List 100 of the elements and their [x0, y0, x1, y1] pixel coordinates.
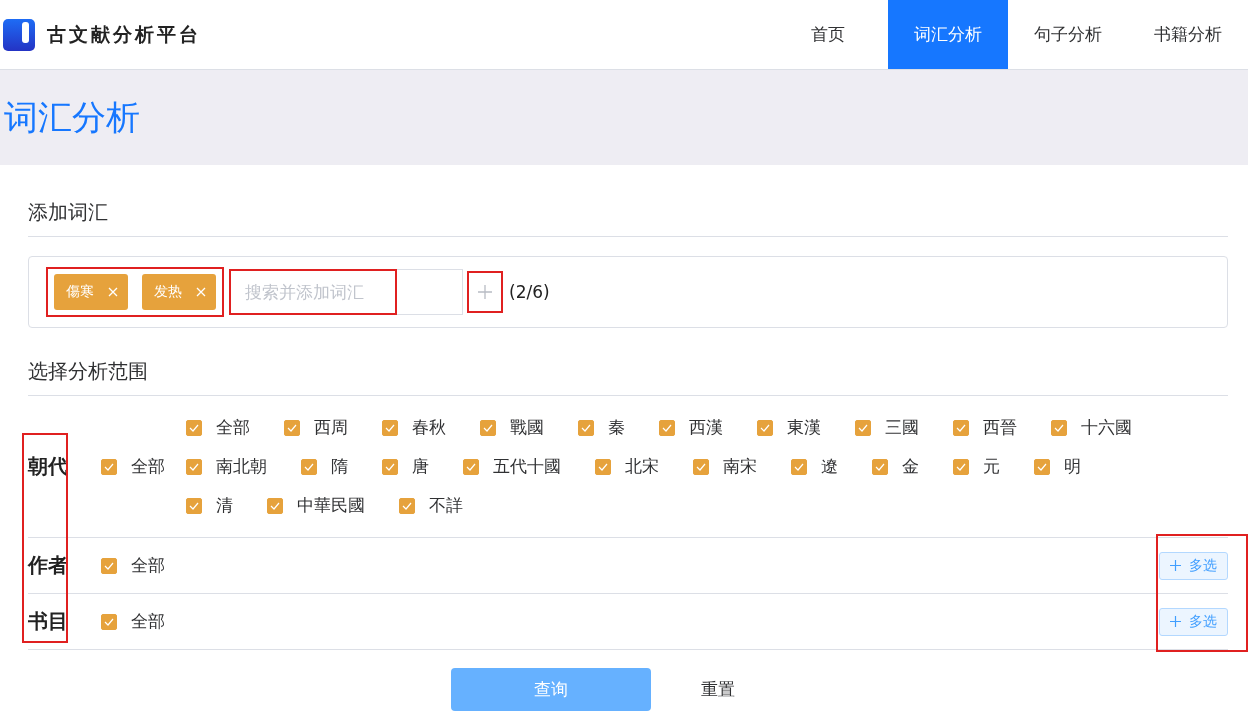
- nav-tab[interactable]: 句子分析: [1008, 0, 1128, 69]
- checkbox-option[interactable]: 春秋: [382, 416, 446, 439]
- check-icon: [385, 423, 395, 432]
- checkbox-option[interactable]: 北宋: [595, 455, 659, 478]
- nav-tab[interactable]: 首页: [768, 0, 888, 69]
- section-heading: 选择分析范围: [28, 340, 1228, 396]
- checkbox[interactable]: [382, 458, 398, 475]
- section-heading: 添加词汇: [28, 165, 1228, 237]
- tag-label: 发热: [154, 283, 182, 301]
- checkbox[interactable]: [301, 458, 317, 475]
- checkbox[interactable]: [101, 557, 117, 574]
- checkbox[interactable]: [101, 613, 117, 630]
- check-icon: [304, 462, 314, 471]
- checkbox[interactable]: [855, 419, 871, 436]
- checkbox-option[interactable]: 隋: [301, 455, 348, 478]
- checkbox-option[interactable]: 五代十國: [463, 455, 561, 478]
- checkbox-option[interactable]: 中華民國: [267, 494, 365, 517]
- checkbox[interactable]: [186, 497, 202, 514]
- checkbox-option[interactable]: 西漢: [659, 416, 723, 439]
- check-icon: [270, 501, 280, 510]
- check-icon: [189, 423, 199, 432]
- checkbox-option[interactable]: 秦: [578, 416, 625, 439]
- checkbox-option[interactable]: 明: [1034, 455, 1081, 478]
- nav-tab[interactable]: 词汇分析: [888, 0, 1008, 69]
- checkbox-option[interactable]: 唐: [382, 455, 429, 478]
- check-icon: [858, 423, 868, 432]
- check-icon: [794, 462, 804, 471]
- check-icon: [104, 462, 114, 471]
- checkbox[interactable]: [186, 458, 202, 475]
- check-icon: [104, 617, 114, 626]
- checkbox[interactable]: [267, 497, 283, 514]
- check-icon: [760, 423, 770, 432]
- checkbox-option[interactable]: 清: [186, 494, 233, 517]
- check-icon: [189, 462, 199, 471]
- checkbox-option[interactable]: 戰國: [480, 416, 544, 439]
- check-icon: [1054, 423, 1064, 432]
- checkbox[interactable]: [578, 419, 594, 436]
- checkbox-option[interactable]: 全部: [101, 455, 186, 478]
- checkbox-option[interactable]: 元: [953, 455, 1000, 478]
- check-icon: [956, 462, 966, 471]
- search-field[interactable]: 搜索并添加词汇: [229, 269, 397, 315]
- checkbox-option[interactable]: 東漢: [757, 416, 821, 439]
- check-icon: [402, 501, 412, 510]
- filter-label: 作者: [28, 552, 69, 579]
- checkbox[interactable]: [463, 458, 479, 475]
- plus-icon: [477, 284, 493, 300]
- check-icon: [385, 462, 395, 471]
- close-icon[interactable]: [108, 287, 118, 297]
- checkbox[interactable]: [1034, 458, 1050, 475]
- checkbox[interactable]: [757, 419, 773, 436]
- checkbox-option[interactable]: 不詳: [399, 494, 463, 517]
- check-icon: [662, 423, 672, 432]
- checkbox[interactable]: [595, 458, 611, 475]
- check-icon: [1037, 462, 1047, 471]
- check-icon: [696, 462, 706, 471]
- app-title: 古文献分析平台: [47, 21, 201, 47]
- checkbox[interactable]: [186, 419, 202, 436]
- checkbox-option[interactable]: 三國: [855, 416, 919, 439]
- checkbox[interactable]: [1051, 419, 1067, 436]
- check-icon: [598, 462, 608, 471]
- check-icon: [956, 423, 966, 432]
- word-count: (2/6): [509, 282, 550, 302]
- checkbox[interactable]: [399, 497, 415, 514]
- checkbox[interactable]: [101, 458, 117, 475]
- check-icon: [189, 501, 199, 510]
- plus-icon: [1170, 616, 1181, 627]
- checkbox-option[interactable]: 南宋: [693, 455, 757, 478]
- check-icon: [581, 423, 591, 432]
- checkbox-option[interactable]: 西晉: [953, 416, 1017, 439]
- check-icon: [104, 561, 114, 570]
- check-icon: [466, 462, 476, 471]
- checkbox-option[interactable]: 南北朝: [186, 455, 267, 478]
- checkbox-option[interactable]: 十六國: [1051, 416, 1132, 439]
- checkbox[interactable]: [953, 419, 969, 436]
- plus-icon: [1170, 560, 1181, 571]
- add-button[interactable]: [467, 271, 503, 313]
- check-icon: [287, 423, 297, 432]
- checkbox[interactable]: [872, 458, 888, 475]
- checkbox[interactable]: [659, 419, 675, 436]
- checkbox-option[interactable]: 全部: [186, 416, 250, 439]
- checkbox[interactable]: [480, 419, 496, 436]
- checkbox[interactable]: [382, 419, 398, 436]
- tag-label: 傷寒: [66, 283, 94, 301]
- checkbox-option[interactable]: 遼: [791, 455, 838, 478]
- check-icon: [483, 423, 493, 432]
- checkbox-option[interactable]: 西周: [284, 416, 348, 439]
- checkbox[interactable]: [284, 419, 300, 436]
- checkbox-option[interactable]: 全部: [101, 610, 186, 633]
- checkbox-option[interactable]: 全部: [101, 554, 186, 577]
- checkbox[interactable]: [791, 458, 807, 475]
- filter-label: 书目: [28, 608, 69, 635]
- check-icon: [875, 462, 885, 471]
- close-icon[interactable]: [196, 287, 206, 297]
- nav-tab[interactable]: 书籍分析: [1128, 0, 1248, 69]
- checkbox-option[interactable]: 金: [872, 455, 919, 478]
- checkbox[interactable]: [693, 458, 709, 475]
- page-title: 词汇分析: [4, 95, 140, 139]
- logo-icon: [3, 18, 35, 51]
- reset-button[interactable]: 重置: [691, 668, 745, 711]
- checkbox[interactable]: [953, 458, 969, 475]
